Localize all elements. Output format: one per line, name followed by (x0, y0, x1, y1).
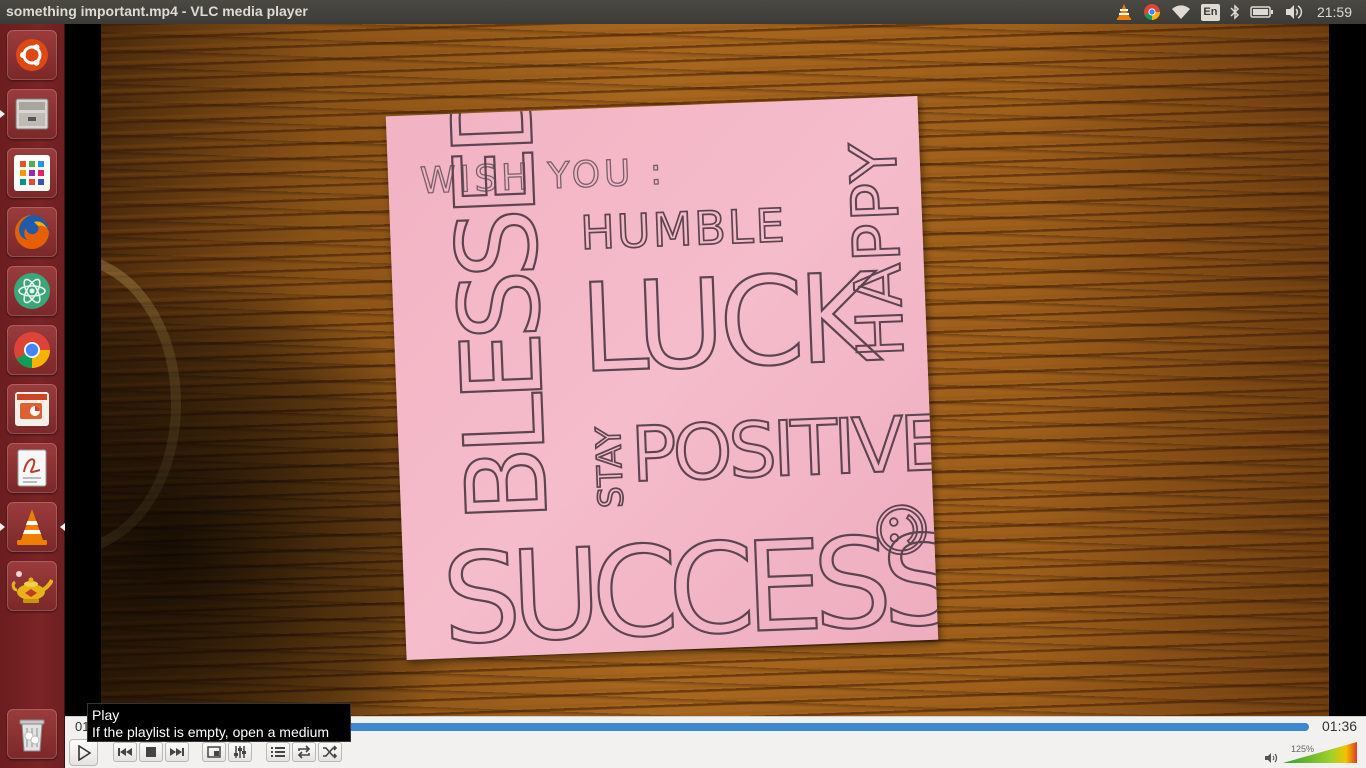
presentation-icon (15, 392, 49, 426)
tooltip-title: Play (92, 707, 120, 723)
shuffle-icon (323, 745, 338, 759)
launcher-item-document-viewer[interactable] (7, 443, 57, 493)
time-total[interactable]: 01:36 (1322, 718, 1357, 734)
launcher-item-chrome[interactable] (7, 325, 57, 375)
volume-icon[interactable] (1284, 0, 1304, 24)
battery-icon[interactable] (1250, 0, 1274, 24)
vlc-cone-icon (17, 509, 47, 545)
stop-button[interactable] (139, 742, 163, 762)
note-smiley: ☺ (870, 499, 937, 560)
top-panel: something important.mp4 - VLC media play… (0, 0, 1366, 24)
equalizer-sliders-icon (234, 746, 246, 758)
stop-icon (146, 747, 156, 757)
playlist-icon (271, 747, 285, 757)
file-cabinet-icon (15, 98, 49, 130)
play-icon (77, 744, 91, 761)
note-word-positive: POSITIVE (629, 398, 938, 499)
app-grid-icon (14, 155, 50, 191)
bluetooth-icon[interactable] (1230, 0, 1240, 24)
play-button[interactable] (69, 739, 98, 766)
note-word-happy: HAPPY (837, 139, 919, 358)
playlist-button[interactable] (266, 742, 290, 762)
sticky-note: WISH YOU : HUMBLE BLESSED LUCK HAPPY STA… (385, 95, 939, 661)
launcher-item-software-center[interactable] (7, 148, 57, 198)
launcher-item-genie-lamp[interactable] (7, 561, 57, 611)
wifi-icon[interactable] (1171, 0, 1191, 24)
vlc-tray-icon[interactable] (1115, 0, 1133, 24)
play-tooltip: Play If the playlist is empty, open a me… (87, 703, 351, 742)
skip-previous-icon (118, 748, 132, 756)
launcher-item-presentation[interactable] (7, 384, 57, 434)
loop-button[interactable] (292, 742, 316, 762)
trash-icon (19, 719, 45, 752)
keyboard-layout-icon[interactable]: En (1200, 0, 1220, 24)
previous-button[interactable] (113, 742, 137, 762)
document-viewer-icon (17, 449, 47, 487)
next-button[interactable] (165, 742, 189, 762)
volume-slider[interactable] (1283, 742, 1357, 764)
chrome-tray-icon[interactable] (1143, 0, 1161, 24)
window-title: something important.mp4 - VLC media play… (6, 3, 308, 19)
extended-settings-button[interactable] (228, 742, 252, 762)
chrome-icon (14, 332, 51, 368)
indicator-area: En 21:59 (1110, 0, 1366, 24)
shuffle-button[interactable] (318, 742, 342, 762)
launcher-item-atom[interactable] (7, 266, 57, 316)
clock[interactable]: 21:59 (1317, 4, 1352, 20)
volume-speaker-icon[interactable] (1264, 752, 1278, 764)
launcher-item-vlc[interactable] (0, 502, 65, 552)
video-frame[interactable]: WISH YOU : HUMBLE BLESSED LUCK HAPPY STA… (101, 24, 1329, 716)
lamp-icon (11, 571, 53, 603)
keyboard-layout-badge: En (1200, 3, 1220, 21)
note-word-blessed: BLESSED (427, 96, 572, 524)
note-word-stay: STAY (589, 426, 632, 509)
launcher-item-dash-home[interactable] (7, 30, 57, 80)
atom-icon (14, 273, 50, 309)
ubuntu-logo-icon (16, 39, 48, 71)
launcher-item-trash[interactable] (7, 709, 57, 759)
skip-next-icon (170, 748, 184, 756)
note-word-success: SUCCESS (440, 509, 939, 660)
launcher-item-firefox[interactable] (7, 207, 57, 257)
loop-icon (297, 745, 311, 759)
fullscreen-icon (207, 746, 221, 758)
launcher-item-files[interactable] (0, 89, 57, 139)
note-word-luck: LUCK (577, 247, 884, 400)
tooltip-body: If the playlist is empty, open a medium (92, 724, 330, 740)
firefox-icon (15, 215, 49, 249)
fullscreen-button[interactable] (202, 742, 226, 762)
launcher (0, 24, 65, 768)
video-area[interactable]: WISH YOU : HUMBLE BLESSED LUCK HAPPY STA… (65, 24, 1366, 716)
